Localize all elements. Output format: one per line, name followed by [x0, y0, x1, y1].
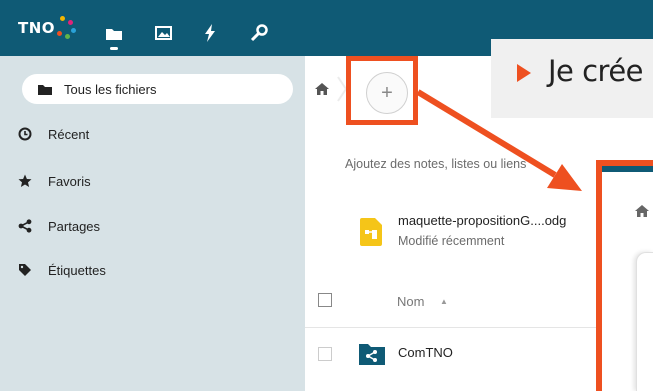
star-icon [18, 174, 32, 188]
row-checkbox[interactable] [318, 347, 332, 361]
file-row-name[interactable]: ComTNO [398, 345, 453, 360]
recent-file-name[interactable]: maquette-propositionG....odg [398, 213, 566, 228]
sidebar-item-label: Partages [48, 218, 101, 234]
name-column-header[interactable]: Nom [397, 294, 424, 309]
tag-icon [18, 263, 32, 277]
folder-icon [38, 82, 52, 96]
shared-folder-icon [359, 344, 385, 365]
logo-text: TNO [18, 19, 56, 37]
sidebar-item-shares[interactable]: Partages [18, 209, 100, 243]
sidebar-item-favorites[interactable]: Favoris [18, 164, 91, 198]
banner-text: Je crée [548, 54, 644, 88]
sort-ascending-icon: ▲ [440, 297, 448, 306]
tno-logo[interactable]: TNO [18, 16, 79, 40]
sidebar-item-tags[interactable]: Étiquettes [18, 253, 106, 287]
inset-menu-card [636, 252, 653, 391]
logo-dots-icon [57, 16, 79, 40]
breadcrumb-separator [337, 76, 348, 102]
clock-icon [18, 127, 32, 141]
drawing-file-icon [360, 218, 382, 246]
sidebar-item-label: Récent [48, 126, 90, 142]
inset-home-icon [635, 205, 649, 217]
sidebar-item-all-files[interactable]: Tous les fichiers [22, 74, 293, 104]
sidebar-item-label: Tous les fichiers [64, 81, 157, 97]
files-icon[interactable] [103, 22, 125, 44]
recent-file-subtitle: Modifié récemment [398, 234, 505, 248]
sidebar-item-label: Étiquettes [48, 262, 106, 278]
add-new-button[interactable]: + [366, 72, 408, 114]
play-triangle-icon [517, 64, 531, 82]
select-all-checkbox[interactable] [318, 293, 332, 307]
sidebar-item-recent[interactable]: Récent [18, 117, 89, 151]
passwords-icon[interactable] [248, 22, 270, 44]
sidebar-item-label: Favoris [48, 173, 91, 189]
active-indicator [110, 47, 118, 50]
share-icon [18, 219, 32, 233]
inset-header [602, 166, 653, 172]
photos-icon[interactable] [152, 22, 174, 44]
activity-icon[interactable] [199, 22, 221, 44]
home-icon[interactable] [314, 82, 330, 96]
folder-description[interactable]: Ajoutez des notes, listes ou liens [345, 157, 547, 171]
